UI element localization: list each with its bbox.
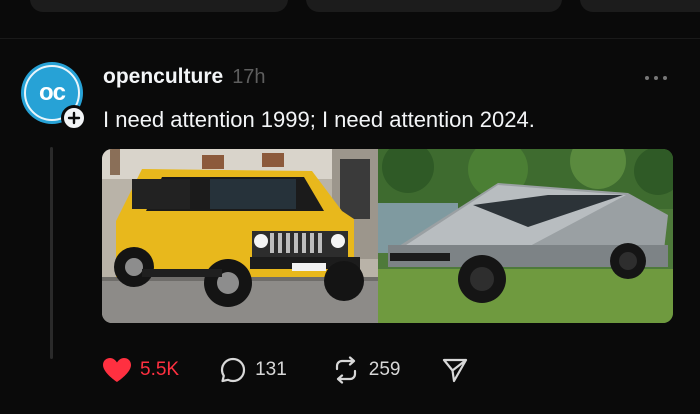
post-header: openculture 17h	[103, 65, 266, 89]
previous-post-action-pill[interactable]	[306, 0, 562, 12]
plus-icon	[67, 111, 81, 125]
post: oc openculture 17h I need attention 1999…	[0, 39, 700, 414]
like-button[interactable]: 5.5K	[102, 355, 179, 385]
more-dot	[654, 76, 658, 80]
share-icon	[442, 358, 467, 383]
thread-line	[50, 147, 53, 359]
username[interactable]: openculture	[103, 65, 223, 89]
repost-count: 259	[368, 359, 401, 380]
reply-icon	[220, 357, 246, 383]
previous-post-action-pill[interactable]	[30, 0, 288, 12]
reply-count: 131	[255, 359, 287, 380]
like-count: 5.5K	[140, 359, 180, 380]
heart-icon	[103, 358, 131, 382]
more-dot	[645, 76, 649, 80]
hummer-illustration	[102, 149, 378, 323]
repost-icon	[335, 356, 356, 384]
more-icon[interactable]	[645, 71, 675, 85]
follow-button[interactable]	[61, 105, 87, 131]
post-media[interactable]	[102, 149, 673, 323]
cybertruck-photo[interactable]	[378, 149, 673, 323]
post-caption: I need attention 1999; I need attention …	[103, 107, 535, 132]
more-dot	[663, 76, 667, 80]
reply-button[interactable]: 131	[219, 355, 287, 385]
post-actions: 5.5K 131 259	[102, 355, 469, 385]
cybertruck-illustration	[378, 149, 673, 323]
previous-post-action-pill[interactable]	[580, 0, 700, 12]
repost-button[interactable]: 259	[331, 355, 401, 385]
post-time: 17h	[232, 66, 266, 88]
share-button[interactable]	[441, 355, 469, 385]
hummer-photo[interactable]	[102, 149, 378, 323]
